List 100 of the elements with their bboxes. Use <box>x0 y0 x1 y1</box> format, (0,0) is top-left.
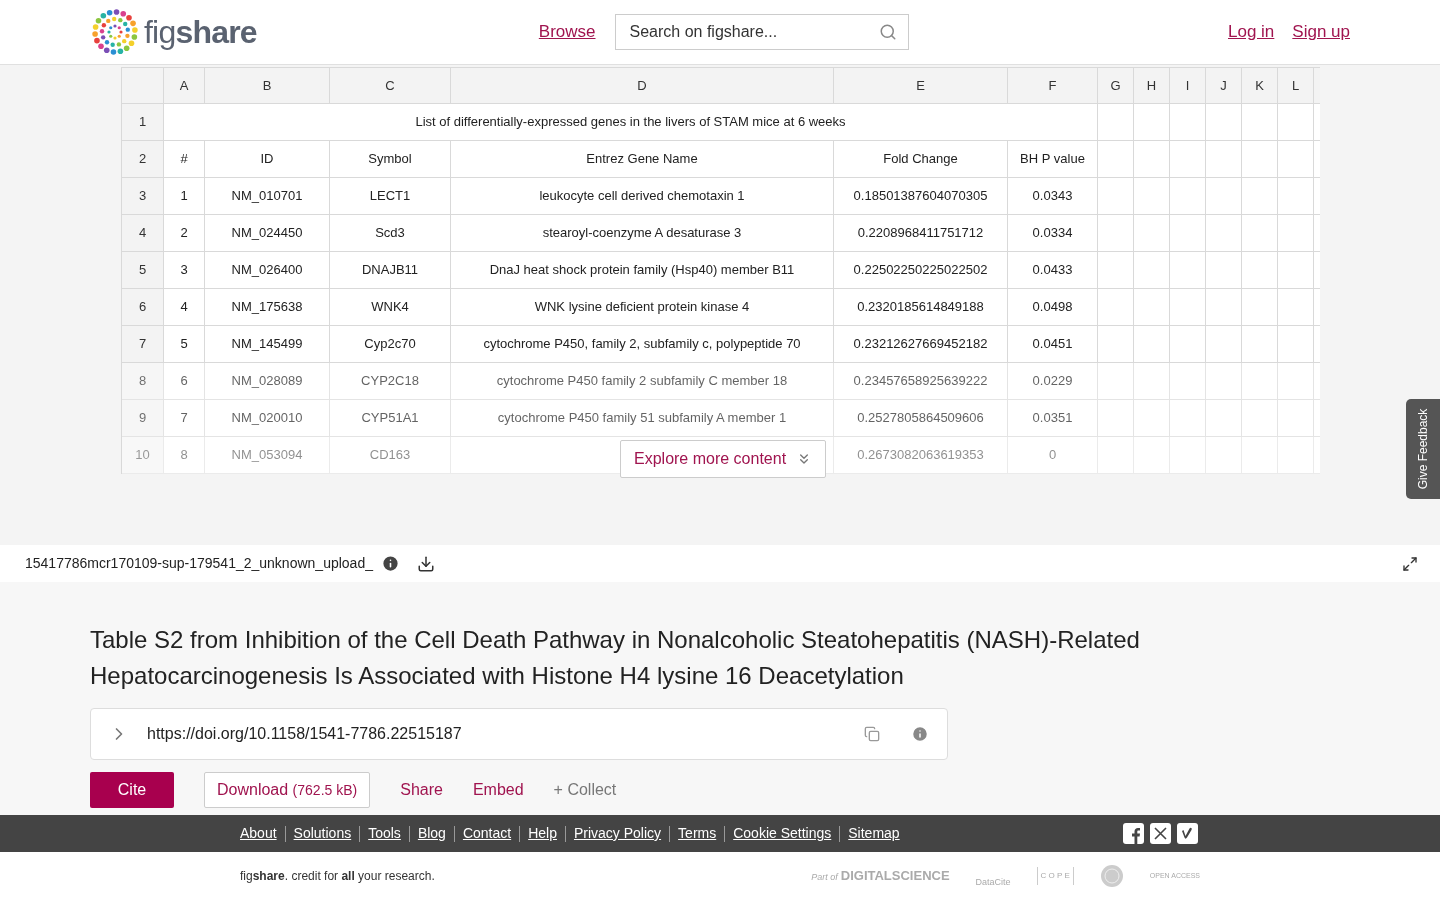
share-link[interactable]: Share <box>400 778 443 802</box>
fullscreen-icon[interactable] <box>1402 555 1418 572</box>
table-cell: 4 <box>164 289 205 325</box>
table-cell: CD163 <box>330 437 451 473</box>
table-cell: BH P value <box>1008 141 1098 177</box>
footer-link[interactable]: Terms <box>678 823 717 844</box>
row-number: 10 <box>122 437 164 473</box>
column-header: F <box>1008 68 1098 103</box>
file-name: 15417786mcr170109-sup-179541_2_unknown_upload_ <box>25 554 373 573</box>
row-number: 1 <box>122 104 164 140</box>
table-cell: 0.18501387604070305 <box>834 178 1008 214</box>
table-cell: List of differentially-expressed genes in the livers of STAM mice at 6 weeks <box>164 104 1098 140</box>
table-cell: 8 <box>164 437 205 473</box>
row-number: 3 <box>122 178 164 214</box>
table-cell: 2 <box>164 215 205 251</box>
footer-link[interactable]: Cookie Settings <box>733 823 832 844</box>
table-cell: cytochrome P450 family 51 subfamily A member 1 <box>451 400 834 436</box>
table-cell: 0.23457658925639222 <box>834 363 1008 399</box>
table-cell: CYP51A1 <box>330 400 451 436</box>
row-number: 2 <box>122 141 164 177</box>
browse-link[interactable]: Browse <box>538 19 596 45</box>
table-cell: 0.0433 <box>1008 252 1098 288</box>
x-icon[interactable] <box>1150 823 1171 844</box>
cite-button[interactable]: Cite <box>90 772 174 808</box>
info-icon[interactable] <box>380 554 400 573</box>
footer-link[interactable]: Privacy Policy <box>573 823 662 844</box>
table-cell: 0.2673082063619353 <box>834 437 1008 473</box>
feedback-tab[interactable]: Give Feedback <box>1406 399 1440 499</box>
table-cell: Entrez Gene Name <box>451 141 834 177</box>
table-cell: 0.23212627669452182 <box>834 326 1008 362</box>
table-cell: 0 <box>1008 437 1098 473</box>
footer-link[interactable]: About <box>240 823 277 844</box>
table-cell: 3 <box>164 252 205 288</box>
table-cell: Scd3 <box>330 215 451 251</box>
column-header: D <box>451 68 834 103</box>
row-number: 4 <box>122 215 164 251</box>
footer-link[interactable]: Contact <box>462 823 512 844</box>
table-cell: 0.2527805864509606 <box>834 400 1008 436</box>
table-cell: 0.0351 <box>1008 400 1098 436</box>
table-cell: Symbol <box>330 141 451 177</box>
row-number: 5 <box>122 252 164 288</box>
table-cell: NM_145499 <box>205 326 330 362</box>
item-title: Table S2 from Inhibition of the Cell Death Pathway in Nonalcoholic Steatohepatitis (NASH)-Related Hepatocarcinogenesis Is Associated with Histone H4 lysine 16 Deacetylation <box>90 625 1141 691</box>
table-cell: Fold Change <box>834 141 1008 177</box>
table-cell: DNAJB11 <box>330 252 451 288</box>
footer-link[interactable]: Help <box>528 823 557 844</box>
table-cell: cytochrome P450 family 2 subfamily C member 18 <box>451 363 834 399</box>
table-cell: 0.0343 <box>1008 178 1098 214</box>
table-cell: 1 <box>164 178 205 214</box>
table-cell: DnaJ heat shock protein family (Hsp40) member B11 <box>451 252 834 288</box>
row-number: 6 <box>122 289 164 325</box>
auth-link[interactable]: Sign up <box>1292 19 1350 45</box>
table-cell: NM_175638 <box>205 289 330 325</box>
column-header: K <box>1242 68 1278 103</box>
row-number: 9 <box>122 400 164 436</box>
column-header: G <box>1098 68 1134 103</box>
table-cell: ID <box>205 141 330 177</box>
embed-link[interactable]: Embed <box>472 778 524 802</box>
copy-icon[interactable] <box>864 726 880 742</box>
column-header: I <box>1170 68 1206 103</box>
table-cell: NM_024450 <box>205 215 330 251</box>
logo-icon[interactable] <box>90 7 140 57</box>
auth-link[interactable]: Log in <box>1228 19 1275 45</box>
table-cell: NM_020010 <box>205 400 330 436</box>
table-cell: stearoyl-coenzyme A desaturase 3 <box>451 215 834 251</box>
footer-link[interactable]: Blog <box>417 823 446 844</box>
table-cell: LECT1 <box>330 178 451 214</box>
column-header: A <box>164 68 205 103</box>
download-icon[interactable] <box>416 554 435 573</box>
table-cell: # <box>164 141 205 177</box>
column-header: L <box>1278 68 1314 103</box>
column-header: J <box>1206 68 1242 103</box>
table-cell: 0.0334 <box>1008 215 1098 251</box>
table-cell: 0.0451 <box>1008 326 1098 362</box>
table-cell: NM_053094 <box>205 437 330 473</box>
footer-link[interactable]: Tools <box>368 823 401 844</box>
doi-link[interactable]: https://doi.org/10.1158/1541-7786.22515187 <box>147 722 462 746</box>
row-number: 7 <box>122 326 164 362</box>
table-cell: NM_028089 <box>205 363 330 399</box>
table-cell: NM_026400 <box>205 252 330 288</box>
table-cell: CYP2C18 <box>330 363 451 399</box>
search-icon[interactable] <box>878 23 897 41</box>
column-header: E <box>834 68 1008 103</box>
table-cell: Cyp2c70 <box>330 326 451 362</box>
explore-more-button[interactable]: Explore more content <box>620 440 827 478</box>
table-cell: 0.0229 <box>1008 363 1098 399</box>
table-cell: WNK4 <box>330 289 451 325</box>
table-cell: 0.2208968411751712 <box>834 215 1008 251</box>
table-cell: WNK lysine deficient protein kinase 4 <box>451 289 834 325</box>
tagline: figshare. credit for all your research. <box>240 868 435 885</box>
footer-link[interactable]: Sitemap <box>848 823 900 844</box>
search-field[interactable]: Search on figshare... <box>614 14 909 50</box>
logo-text[interactable]: figshare <box>144 8 257 56</box>
facebook-icon[interactable] <box>1123 823 1144 844</box>
table-cell: 6 <box>164 363 205 399</box>
collect-link[interactable]: + Collect <box>553 778 617 802</box>
table-cell: 0.0498 <box>1008 289 1098 325</box>
download-button[interactable]: Download (762.5 kB) <box>204 772 371 808</box>
footer-link[interactable]: Solutions <box>293 823 352 844</box>
table-cell: 0.22502250225022502 <box>834 252 1008 288</box>
